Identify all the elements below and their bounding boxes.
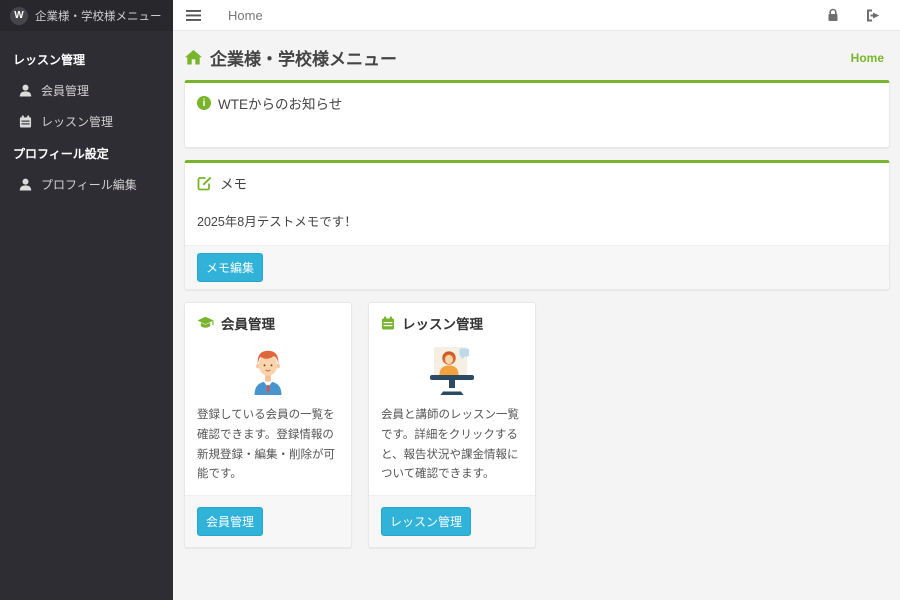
content-body: i WTEからのお知らせ メモ 2025年8月テストメモです！ メモ編集 xyxy=(173,80,900,548)
brand-logo-icon: W xyxy=(10,7,28,25)
lesson-card-description: 会員と講師のレッスン一覧です。詳細をクリックすると、報告状況や課金情報について確… xyxy=(369,402,535,495)
sidebar: W 企業様・学校様メニュー レッスン管理 会員管理 xyxy=(0,0,173,600)
lesson-card-title: レッスン管理 xyxy=(402,313,483,333)
memo-card-footer: メモ編集 xyxy=(185,245,889,289)
memo-card: メモ 2025年8月テストメモです！ メモ編集 xyxy=(184,160,890,290)
user-icon xyxy=(19,84,32,97)
edit-pencil-icon xyxy=(197,175,213,191)
sidebar-item-profile-edit[interactable]: プロフィール編集 xyxy=(0,169,173,200)
sidebar-item-lesson-management[interactable]: レッスン管理 xyxy=(0,106,173,137)
breadcrumb-home-link[interactable]: Home xyxy=(851,51,884,65)
notice-card-body xyxy=(185,121,889,147)
calendar-icon xyxy=(19,115,32,128)
page-title: 企業様・学校様メニュー xyxy=(185,45,397,70)
sidebar-section-profile-settings: プロフィール設定 xyxy=(0,137,173,169)
member-card-title: 会員管理 xyxy=(221,313,275,333)
top-navbar: Home xyxy=(173,0,900,31)
member-avatar-illustration xyxy=(185,337,351,402)
info-icon: i xyxy=(197,96,211,110)
notice-card-title: WTEからのお知らせ xyxy=(218,93,342,113)
content-header: 企業様・学校様メニュー Home xyxy=(173,31,900,80)
sidebar-item-label: 会員管理 xyxy=(41,82,89,99)
graduation-cap-icon xyxy=(197,316,214,330)
sidebar-menu: レッスン管理 会員管理 レッスン管理 プ xyxy=(0,31,173,200)
memo-edit-button[interactable]: メモ編集 xyxy=(197,253,263,282)
lesson-monitor-illustration xyxy=(369,337,535,402)
sign-out-icon[interactable] xyxy=(857,4,888,27)
member-card-description: 登録している会員の一覧を確認できます。登録情報の新規登録・編集・削除が可能です。 xyxy=(185,402,351,495)
notice-card-header: i WTEからのお知らせ xyxy=(185,83,889,121)
user-icon xyxy=(19,178,32,191)
brand-link[interactable]: W 企業様・学校様メニュー xyxy=(0,0,173,31)
member-management-button[interactable]: 会員管理 xyxy=(197,507,263,536)
lock-icon[interactable] xyxy=(819,3,847,27)
memo-card-header: メモ xyxy=(185,163,889,201)
sidebar-item-label: プロフィール編集 xyxy=(41,176,137,193)
sidebar-item-label: レッスン管理 xyxy=(41,113,113,130)
lesson-card-header: レッスン管理 xyxy=(369,303,535,337)
nav-home-link[interactable]: Home xyxy=(214,8,277,23)
feature-cards-row: 会員管理 xyxy=(184,302,890,548)
navbar-right xyxy=(819,3,900,27)
sidebar-item-member-management[interactable]: 会員管理 xyxy=(0,75,173,106)
memo-card-title: メモ xyxy=(220,173,247,193)
brand-title: 企業様・学校様メニュー xyxy=(35,8,162,24)
member-card-header: 会員管理 xyxy=(185,303,351,337)
member-management-card: 会員管理 xyxy=(184,302,352,548)
memo-card-body: 2025年8月テストメモです！ xyxy=(185,201,889,245)
member-card-footer: 会員管理 xyxy=(185,495,351,547)
calendar-icon xyxy=(381,316,395,330)
sidebar-section-lesson-management: レッスン管理 xyxy=(0,43,173,75)
content-area: 企業様・学校様メニュー Home i WTEからのお知らせ xyxy=(173,31,900,600)
notice-card: i WTEからのお知らせ xyxy=(184,80,890,148)
sidebar-toggle-button[interactable] xyxy=(173,1,214,30)
lesson-management-card: レッスン管理 会員と講師の xyxy=(368,302,536,548)
lesson-card-footer: レッスン管理 xyxy=(369,495,535,547)
page-title-text: 企業様・学校様メニュー xyxy=(210,45,397,70)
breadcrumb: Home xyxy=(851,49,884,67)
lesson-management-button[interactable]: レッスン管理 xyxy=(381,507,471,536)
home-icon xyxy=(185,50,202,65)
